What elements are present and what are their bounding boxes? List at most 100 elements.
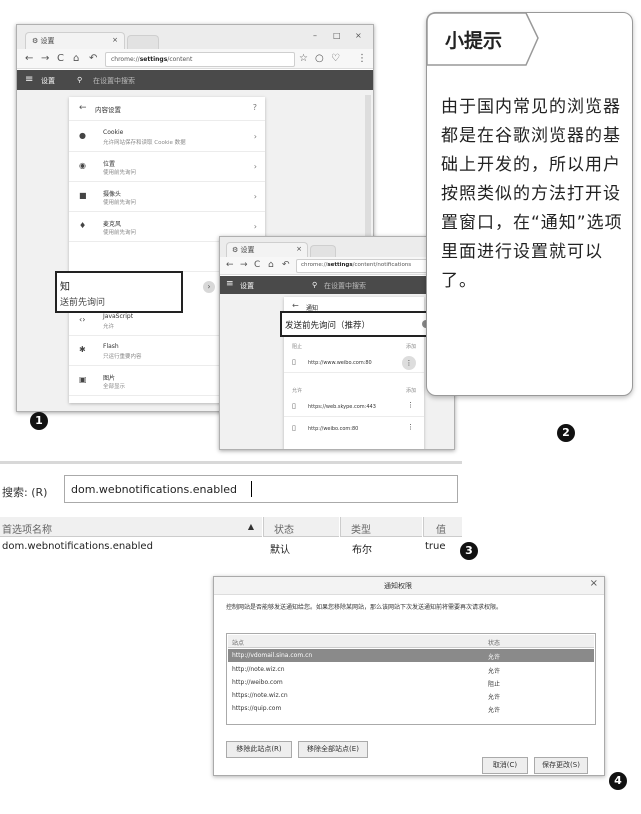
tips-title: 小提示 <box>445 30 503 52</box>
browser-tab[interactable]: ⚙ 设置 × <box>25 32 125 49</box>
back-arrow-icon[interactable]: ← <box>79 103 87 113</box>
new-tab-button[interactable] <box>310 245 336 257</box>
flash-icon: ✱ <box>79 345 86 354</box>
more-icon[interactable]: ⋮ <box>402 356 416 370</box>
text-cursor <box>251 481 252 497</box>
forward-icon[interactable]: → <box>41 53 49 64</box>
tab-close-icon[interactable]: × <box>112 36 118 44</box>
save-changes-button[interactable]: 保存更改(S) <box>534 757 588 774</box>
settings-row-camera[interactable]: ■ 摄像头 使用前先询问 › <box>69 183 265 212</box>
address-bar[interactable]: chrome://settings/content <box>105 52 295 67</box>
site-list[interactable]: 站点 状态 http://vdomail.sina.com.cn 允许 http… <box>226 633 596 725</box>
site-row[interactable]: ▯ http://www.weibo.com:80 ⋮ <box>284 353 424 373</box>
site-row[interactable]: ▯ https://web.skype.com:443 ⋮ <box>284 397 424 417</box>
chevron-right-icon: › <box>253 162 257 171</box>
chevron-right-icon: › <box>253 222 257 231</box>
new-tab-button[interactable] <box>127 35 159 49</box>
camera-icon: ■ <box>79 191 87 200</box>
allow-header: 允许 <box>292 388 303 394</box>
star-icon[interactable]: ☆ <box>299 53 308 64</box>
shield-icon[interactable]: ♡ <box>331 53 340 64</box>
help-icon[interactable]: ? <box>253 103 257 112</box>
col-name-header[interactable]: 首选项名称 ▲ <box>0 517 262 537</box>
hamburger-icon[interactable]: ≡ <box>226 279 234 289</box>
history-back-icon[interactable]: ↶ <box>282 260 290 270</box>
back-arrow-icon[interactable]: ← <box>292 301 299 310</box>
tab-close-icon[interactable]: × <box>296 245 302 253</box>
pref-search-input[interactable]: dom.webnotifications.enabled <box>64 475 458 503</box>
history-back-icon[interactable]: ↶ <box>89 53 97 64</box>
block-add-link[interactable]: 添加 <box>406 343 416 350</box>
expand-circle-icon[interactable]: › <box>203 281 215 293</box>
image-icon: ▣ <box>79 375 87 384</box>
page-icon: ▯ <box>292 402 296 410</box>
browser-tab[interactable]: ⚙ 设置 × <box>226 242 308 257</box>
close-window-button[interactable]: × <box>355 31 362 40</box>
dialog-title-bar: 通知权限 × <box>214 577 604 595</box>
list-item[interactable]: https://quip.com 允许 <box>228 702 594 715</box>
back-icon[interactable]: ← <box>25 53 33 64</box>
page-icon: ▯ <box>292 424 296 432</box>
col-type-header[interactable]: 类型 <box>340 517 422 537</box>
tab-title: 设置 <box>40 37 55 45</box>
location-icon: ◉ <box>79 161 86 170</box>
extension-icon[interactable]: ○ <box>315 53 324 64</box>
step-badge-1: 1 <box>30 412 48 430</box>
chevron-right-icon: › <box>253 192 257 201</box>
list-item-selected[interactable]: http://vdomail.sina.com.cn 允许 <box>228 649 594 662</box>
more-icon[interactable]: ⋮ <box>407 423 414 431</box>
step-badge-3: 3 <box>460 542 478 560</box>
list-header[interactable]: 站点 状态 <box>228 635 594 648</box>
settings-row-cookie[interactable]: ● Cookie 允许网站保存和读取 Cookie 数据 › <box>69 123 265 152</box>
block-header: 阻止 <box>292 344 303 350</box>
page-icon: ▯ <box>292 358 296 366</box>
hamburger-icon[interactable]: ≡ <box>25 74 33 85</box>
col-value-header[interactable]: 值 <box>423 517 462 537</box>
notification-permissions-dialog: 通知权限 × 控制网站是否能够发送通知给您。如果您移除某网站，那么该网站下次发送… <box>213 576 605 776</box>
dialog-description: 控制网站是否能够发送通知给您。如果您移除某网站，那么该网站下次发送通知前将需要再… <box>226 604 503 611</box>
chevron-right-icon: › <box>253 132 257 141</box>
content-header-title: 内容设置 <box>95 106 121 114</box>
minimize-button[interactable]: – <box>313 31 317 40</box>
site-row[interactable]: ▯ http://weibo.com:80 ⋮ <box>284 419 424 439</box>
search-label: 搜索: (R) <box>2 486 48 499</box>
search-icon: ⚲ <box>312 281 318 289</box>
highlight-title: 知 <box>60 282 70 293</box>
reload-icon[interactable]: C <box>57 53 64 64</box>
list-item[interactable]: https://note.wiz.cn 允许 <box>228 689 594 702</box>
list-item[interactable]: http://weibo.com 阻止 <box>228 676 594 689</box>
tab-title: 设置 <box>240 246 255 254</box>
menu-icon[interactable]: ⋮ <box>357 53 367 64</box>
settings-row-location[interactable]: ◉ 位置 使用前先询问 › <box>69 153 265 182</box>
settings-search-input[interactable]: 在设置中搜索 <box>324 281 366 291</box>
javascript-icon: ‹› <box>79 315 86 324</box>
tips-text: 由于国内常见的浏览器都是在谷歌浏览器的基础上开发的，所以用户按照类似的方法打开设… <box>441 97 623 291</box>
maximize-button[interactable]: □ <box>333 31 341 40</box>
list-item[interactable]: http://note.wiz.cn 允许 <box>228 663 594 676</box>
allow-add-link[interactable]: 添加 <box>406 387 416 394</box>
close-icon[interactable]: × <box>590 578 598 589</box>
notification-highlight-box[interactable]: 知 送前先询问 <box>55 271 183 313</box>
step-badge-4: 4 <box>609 772 627 790</box>
col-status-header[interactable]: 状态 <box>263 517 339 537</box>
more-icon[interactable]: ⋮ <box>407 401 414 409</box>
cancel-button[interactable]: 取消(C) <box>482 757 528 774</box>
content-header: ← 内容设置 ? <box>69 97 265 121</box>
settings-search-input[interactable]: 在设置中搜索 <box>93 76 135 86</box>
reload-icon[interactable]: C <box>254 260 260 270</box>
back-icon[interactable]: ← <box>226 260 234 270</box>
table-row[interactable]: dom.webnotifications.enabled 默认 布尔 true <box>0 539 462 556</box>
settings-header-bar: ≡ 设置 ⚲ 在设置中搜索 <box>17 70 373 90</box>
home-icon[interactable]: ⌂ <box>73 53 79 64</box>
about-config-window: 搜索: (R) dom.webnotifications.enabled 首选项… <box>0 461 462 556</box>
highlight-subtitle: 送前先询问 <box>60 298 106 308</box>
settings-title: 设置 <box>240 282 254 290</box>
forward-icon[interactable]: → <box>240 260 248 270</box>
remove-site-button[interactable]: 移除此站点(R) <box>226 741 292 758</box>
mic-icon: ♦ <box>79 221 87 230</box>
top-border <box>0 461 462 464</box>
home-icon[interactable]: ⌂ <box>268 260 274 270</box>
dialog-title: 通知权限 <box>384 582 412 590</box>
step-badge-2: 2 <box>557 424 575 442</box>
remove-all-button[interactable]: 移除全部站点(E) <box>298 741 368 758</box>
